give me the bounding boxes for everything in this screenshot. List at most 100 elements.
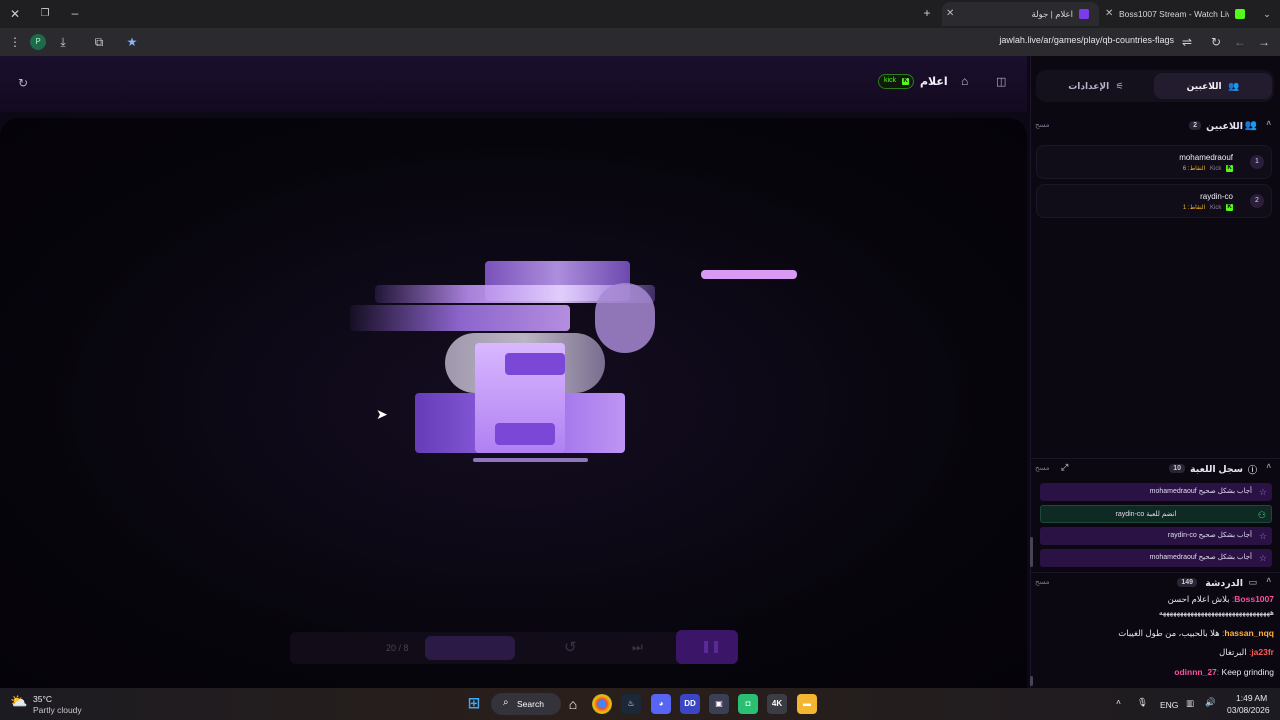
search-button[interactable]: ⌕ Search [491,693,561,715]
log-entry-text: mohamedraouf أجاب بشكل صحيح [1149,488,1252,495]
extensions-icon[interactable]: ⧉ [90,34,108,50]
log-entry: raydin-co أجاب بشكل صحيح ☆ [1040,527,1272,545]
mouse-cursor-icon: ➤ [376,406,388,422]
expand-icon[interactable]: ⤢ [1061,462,1068,473]
star-icon: ☆ [1258,553,1267,563]
tab-players-label: اللاعبين [1186,81,1222,91]
chat-message: Boss1007: بلاش اعلام احسن [1167,594,1274,604]
home-app-icon[interactable]: ⌂ [563,694,583,714]
app-icon[interactable]: ▣ [709,694,729,714]
close-tab-icon[interactable]: ✕ [1105,2,1113,26]
sliders-icon: ⚟ [1115,81,1124,91]
search-label: Search [517,699,544,709]
reload-icon[interactable]: ↻ [1207,34,1225,50]
jawlah-favicon-icon [1079,9,1089,19]
volume-icon[interactable]: 🔊 [1205,697,1216,708]
menu-dots-icon[interactable]: ⋮ [6,34,24,50]
clock-time[interactable]: 1:49 AM [1236,693,1267,703]
log-entry-text: mohamedraouf أجاب بشكل صحيح [1149,554,1252,561]
dd-app-icon[interactable]: DD [680,694,700,714]
tray-chevron-up-icon[interactable]: ˄ [1116,697,1121,707]
chat-text: بلاش اعلام احسن [1167,594,1230,604]
chat-text: ههههههههههههههههههههههههههههههههه [1158,608,1274,617]
chat-section-header[interactable]: مسح ˄ ▭ الدردشة 149 [1033,576,1273,594]
tab-kick-stream[interactable]: ✕ Boss1007 Stream - Watch Live on [1101,2,1251,26]
discord-icon[interactable]: ◕ [651,694,671,714]
tab-jawlah[interactable]: ✕ اعلام | جولة [942,2,1099,26]
profile-icon[interactable]: P [30,34,46,50]
kick-logo-icon: K [1226,165,1233,172]
player-name: raydin-co [1200,192,1233,201]
chat-scrollbar[interactable] [1030,676,1033,686]
player-card[interactable]: 2 raydin-co النقاط: 1 Kick K [1036,184,1272,218]
download-icon[interactable]: ⤓ [54,34,72,50]
players-clear[interactable]: مسح [1035,121,1050,129]
users-icon: 👥 [1244,120,1257,131]
chat-message: odinnn_27: Keep grinding [1174,667,1274,677]
weather-icon[interactable]: ⛅ [10,693,27,710]
players-title: اللاعبين [1206,121,1243,132]
windows-start-icon[interactable]: ⊞ [464,694,484,714]
star-icon: ☆ [1258,487,1267,497]
game-header: ↻ ◫ ⌂ اعلام kick K [0,56,1027,112]
close-tab-icon[interactable]: ✕ [946,2,954,26]
chat-message: hassan_nqq: هلا بالحبيب، من طول الغيبات [1118,628,1274,638]
chat-bubble-icon: ▭ [1248,577,1257,587]
restore-window-icon[interactable]: ❐ [36,6,54,22]
player-points: النقاط: 1 [1182,205,1206,212]
player-card[interactable]: 1 mohamedraouf النقاط: 6 Kick K [1036,145,1272,179]
chat-username: odinnn_27 [1174,667,1217,677]
search-icon: ⌕ [503,697,509,708]
restart-icon[interactable]: ↺ [564,638,577,656]
close-window-icon[interactable]: ✕ [6,6,24,22]
pause-button[interactable]: ❚❚ [676,630,738,664]
chevron-up-icon[interactable]: ˄ [1266,576,1271,585]
chrome-icon[interactable] [592,694,612,714]
log-entry: mohamedraouf أجاب بشكل صحيح ☆ [1040,483,1272,501]
kick-badge-label: kick [884,77,897,84]
players-section-header[interactable]: مسح ˄ 👥 اللاعبين 2 [1033,119,1273,137]
chat-title: الدردشة [1205,578,1243,589]
round-progress-text: 20 / 8 [386,643,409,653]
forward-icon[interactable]: ← [1231,34,1249,50]
log-section-header[interactable]: مسح ⤢ ˄ ⓘ سجل اللعبة 10 [1033,462,1273,480]
log-clear[interactable]: مسح [1035,464,1050,472]
divider [1030,458,1280,459]
minimize-window-icon[interactable]: – [66,5,84,21]
chat-username: ja23fr [1251,647,1274,657]
chat-text: Keep grinding [1221,667,1274,677]
chevron-up-icon[interactable]: ˄ [1266,462,1271,471]
new-tab-icon[interactable]: + [918,5,936,21]
steam-icon[interactable]: ♨ [621,694,641,714]
players-count-badge: 2 [1189,121,1201,130]
clock-date[interactable]: 03/08/2026 [1227,705,1270,715]
game-stage: ➤ [0,118,1027,688]
info-icon: ⓘ [1247,465,1257,475]
game-title: اعلام [920,76,948,88]
chevron-up-icon[interactable]: ˄ [1266,119,1271,128]
tab-search-chevron-icon[interactable]: ⌄ [1258,6,1276,22]
language-indicator[interactable]: ENG [1160,700,1178,710]
player-points: النقاط: 6 [1182,166,1206,173]
kick-logo-icon: K [902,78,909,85]
microphone-icon[interactable]: 🎙 [1137,697,1148,708]
file-explorer-icon[interactable]: ▬ [797,694,817,714]
4k-app-icon[interactable]: 4K [767,694,787,714]
divider [1030,572,1280,573]
tab-settings[interactable]: الإعدادات ⚟ [1038,73,1154,99]
users-icon: 👥 [1228,81,1240,91]
skip-icon[interactable]: ⏭ [632,640,643,655]
log-scrollbar[interactable] [1030,537,1033,567]
network-icon[interactable]: ▥ [1186,698,1194,709]
back-icon[interactable]: → [1255,34,1273,50]
collapse-sidebar-icon[interactable]: ◫ [996,75,1006,88]
app-icon[interactable]: ◘ [738,694,758,714]
log-entry: raydin-co انضم للعبة ⚇ [1040,505,1272,523]
chat-count-badge: 149 [1177,578,1197,587]
home-icon[interactable]: ⌂ [961,74,968,88]
refresh-icon[interactable]: ↻ [18,76,28,90]
chat-clear[interactable]: مسح [1035,578,1050,586]
log-entry-text: raydin-co انضم للعبة [1115,511,1177,518]
tab-players[interactable]: اللاعبين 👥 [1154,73,1272,99]
progress-bar [425,636,515,660]
